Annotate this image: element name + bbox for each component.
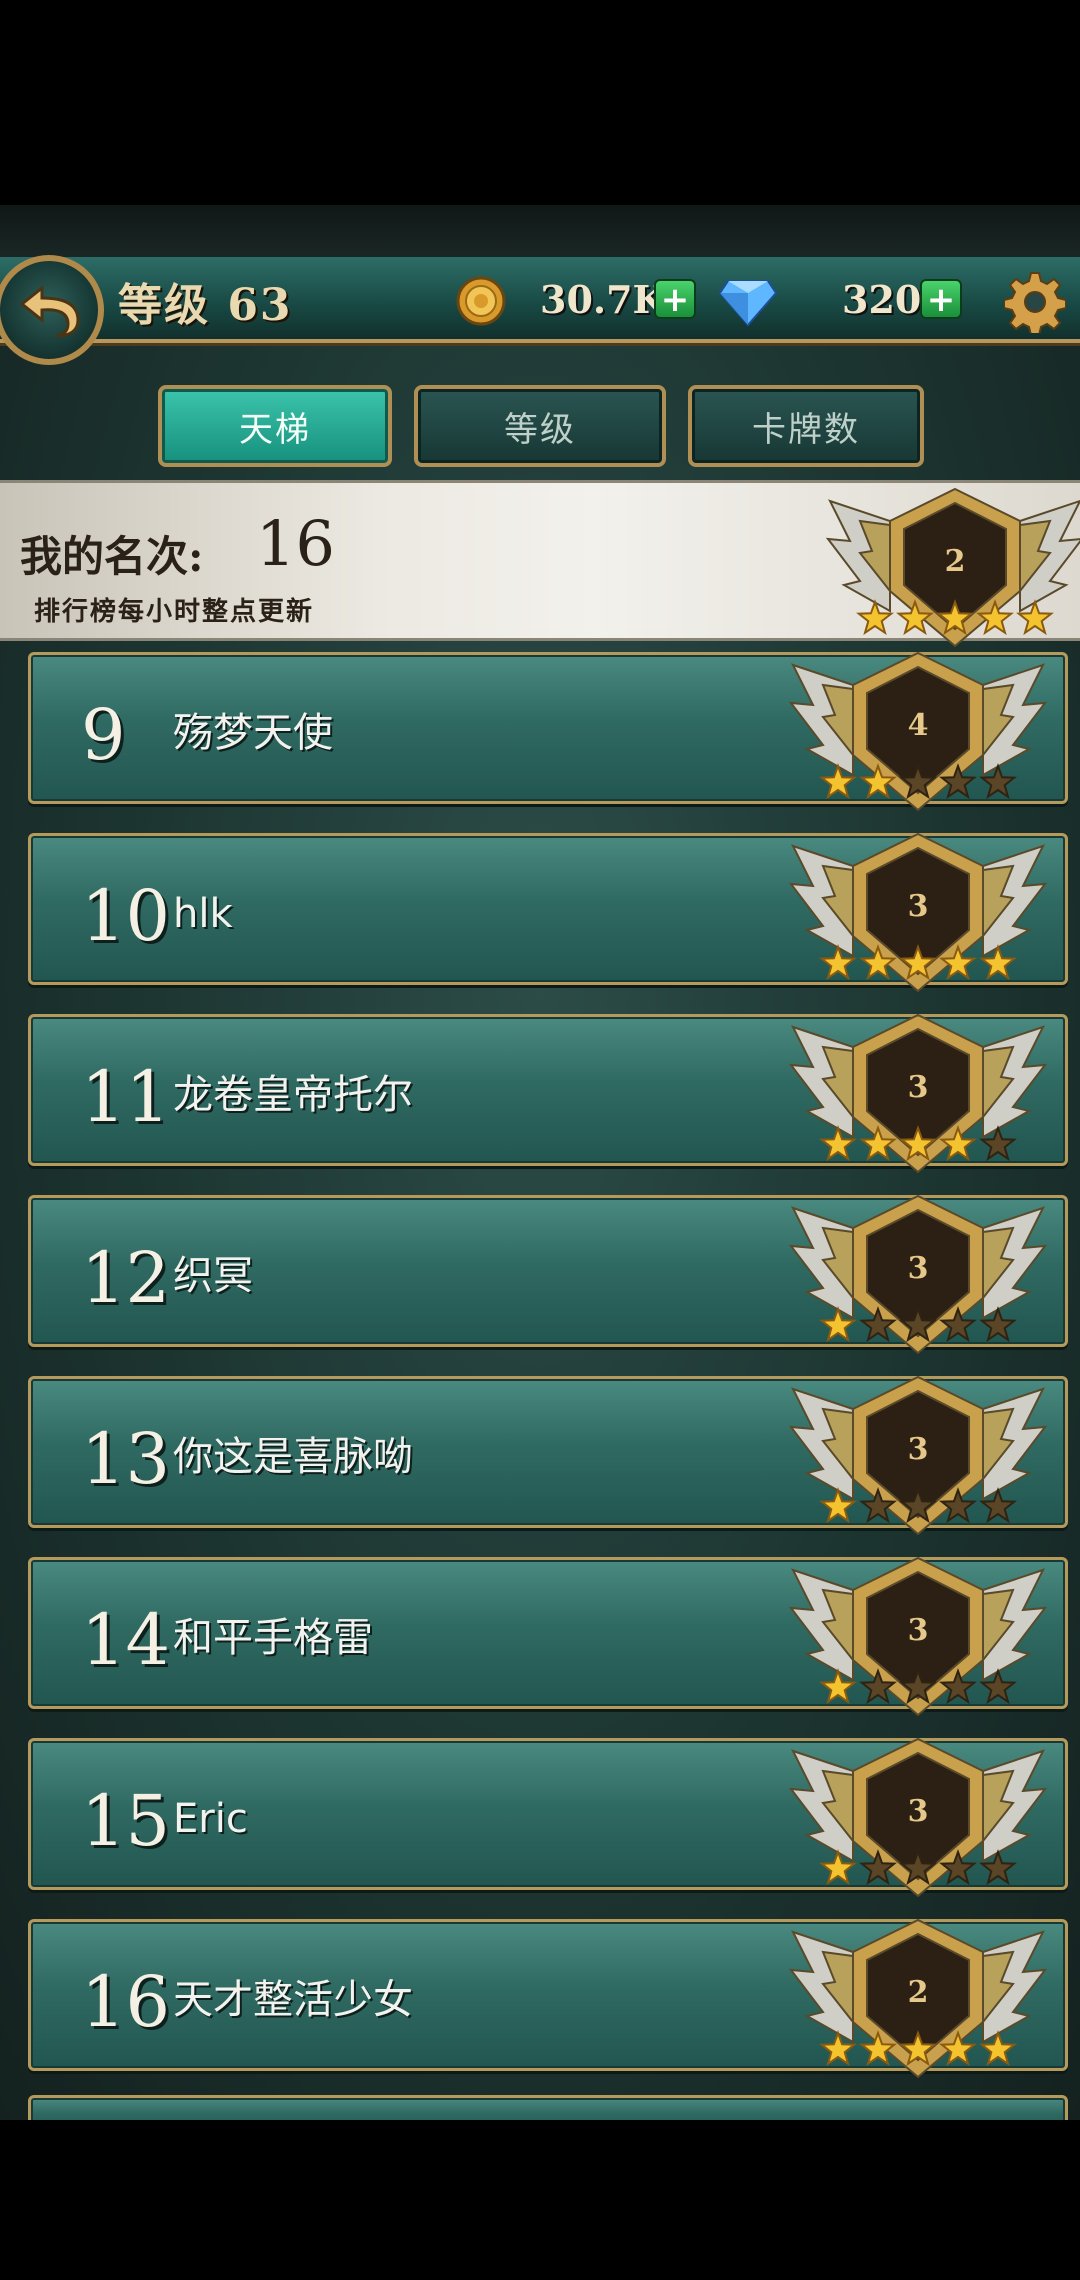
- rank-badge: 2: [820, 481, 1080, 648]
- leaderboard-row[interactable]: 10 hlk 3: [28, 832, 1068, 993]
- leaderboard-row[interactable]: 13 你这是喜脉呦 3: [28, 1375, 1068, 1536]
- badge-tier-number: 3: [908, 1613, 929, 1648]
- gear-icon[interactable]: [1004, 271, 1066, 333]
- row-rank: 14: [81, 1599, 171, 1681]
- badge-tier-number: 2: [908, 1975, 929, 2010]
- back-button[interactable]: [0, 255, 104, 365]
- rank-emblem-icon: 2: [825, 487, 1080, 648]
- badge-tier-number: 2: [945, 544, 966, 579]
- player-name: 天才整活少女: [173, 1977, 413, 2023]
- rank-emblem-icon: 3: [788, 1556, 1048, 1717]
- rank-badge: 3: [783, 1007, 1053, 1187]
- badge-tier-number: 3: [908, 1070, 929, 1105]
- add-gold-button[interactable]: +: [654, 279, 696, 319]
- navigation-bar: [0, 2120, 1080, 2280]
- row-rank: 16: [81, 1961, 171, 2043]
- player-name: 织冥: [173, 1253, 253, 1299]
- rank-emblem-icon: 3: [788, 1194, 1048, 1355]
- gold-coin-icon: [456, 276, 506, 326]
- row-rank: 10: [81, 875, 171, 957]
- rank-emblem-icon: 3: [788, 1375, 1048, 1536]
- game-area: 等级 63 30.7K + 320 + 天梯 等级 卡牌数 我的名次: 16 排…: [0, 205, 1080, 2120]
- update-note: 排行榜每小时整点更新: [34, 597, 315, 627]
- player-name: 龙卷皇帝托尔: [173, 1072, 413, 1118]
- rank-badge: 3: [783, 1188, 1053, 1368]
- rank-badge: 3: [783, 1550, 1053, 1730]
- leaderboard-row[interactable]: 16 天才整活少女 2: [28, 1918, 1068, 2079]
- leaderboard-row[interactable]: 14 和平手格雷 3: [28, 1556, 1068, 1717]
- leaderboard-row[interactable]: 15 Eric 3: [28, 1737, 1068, 1898]
- badge-tier-number: 3: [908, 1251, 929, 1286]
- rank-emblem-icon: 3: [788, 832, 1048, 993]
- rank-badge: 2: [783, 1912, 1053, 2092]
- gold-amount: 30.7K: [540, 277, 666, 322]
- tab-level[interactable]: 等级: [414, 385, 666, 467]
- rank-badge: 3: [783, 1369, 1053, 1549]
- leaderboard-row[interactable]: 11 龙卷皇帝托尔 3: [28, 1013, 1068, 1174]
- row-rank: 15: [81, 1780, 171, 1862]
- tab-card-count[interactable]: 卡牌数: [688, 385, 924, 467]
- row-rank: 9: [81, 694, 126, 776]
- top-strip: [0, 205, 1080, 257]
- badge-tier-number: 3: [908, 1432, 929, 1467]
- back-arrow-icon: [19, 284, 80, 338]
- tab-ladder[interactable]: 天梯: [158, 385, 392, 467]
- my-rank-label: 我的名次:: [20, 532, 204, 581]
- player-name: 和平手格雷: [173, 1615, 373, 1661]
- player-name: Eric: [173, 1796, 248, 1842]
- player-name: hlk: [173, 891, 233, 937]
- add-gem-button[interactable]: +: [920, 279, 962, 319]
- rank-badge: 3: [783, 826, 1053, 1006]
- rank-emblem-icon: 3: [788, 1737, 1048, 1898]
- rank-emblem-icon: 4: [788, 651, 1048, 812]
- leaderboard-row[interactable]: 12 织冥 3: [28, 1194, 1068, 1355]
- rank-badge: 3: [783, 1731, 1053, 1911]
- badge-tier-number: 3: [908, 1794, 929, 1829]
- badge-tier-number: 3: [908, 889, 929, 924]
- badge-tier-number: 4: [908, 708, 929, 743]
- rank-emblem-icon: 3: [788, 1013, 1048, 1174]
- diamond-icon: [718, 280, 778, 327]
- player-name: 殇梦天使: [173, 710, 333, 756]
- status-bar: [0, 0, 1080, 205]
- player-name: 你这是喜脉呦: [173, 1434, 413, 1480]
- rank-badge: 4: [783, 645, 1053, 825]
- row-rank: 12: [81, 1237, 171, 1319]
- row-rank: 13: [81, 1418, 171, 1500]
- row-rank: 11: [81, 1056, 171, 1138]
- my-rank-value: 16: [256, 507, 335, 580]
- gem-amount: 320: [842, 277, 922, 322]
- rank-emblem-icon: 2: [788, 1918, 1048, 2079]
- my-rank-panel: 我的名次: 16 排行榜每小时整点更新 2: [0, 480, 1080, 648]
- leaderboard-row[interactable]: 9 殇梦天使 4: [28, 651, 1068, 812]
- table-row-partial[interactable]: [28, 2095, 1068, 2120]
- player-level: 等级 63: [118, 280, 293, 331]
